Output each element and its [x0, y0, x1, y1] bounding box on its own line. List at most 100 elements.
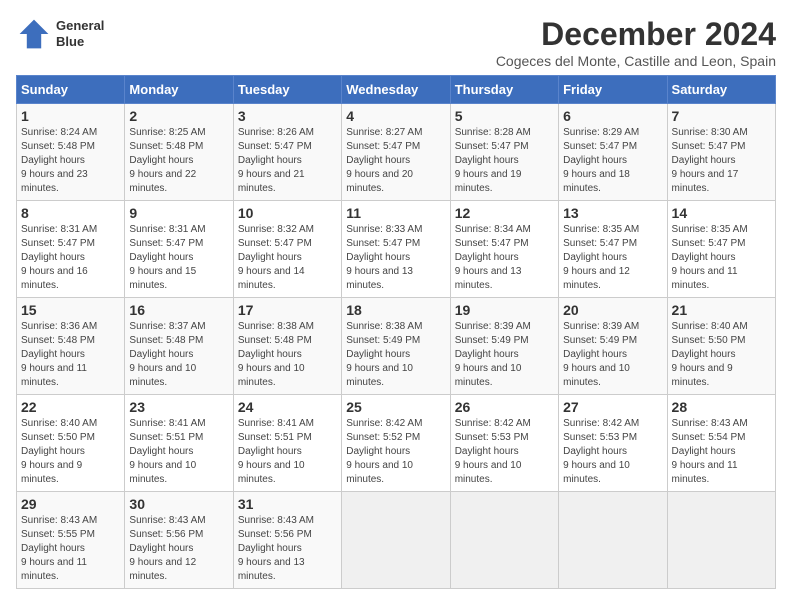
calendar-cell: 18 Sunrise: 8:38 AMSunset: 5:49 PMDaylig…	[342, 298, 450, 395]
day-info: Sunrise: 8:42 AMSunset: 5:53 PMDaylight …	[455, 418, 531, 485]
day-number: 5	[455, 108, 554, 124]
calendar-cell	[559, 492, 667, 589]
day-number: 25	[346, 399, 445, 415]
day-number: 31	[238, 496, 337, 512]
day-number: 29	[21, 496, 120, 512]
calendar-cell: 8 Sunrise: 8:31 AMSunset: 5:47 PMDayligh…	[17, 201, 125, 298]
day-number: 17	[238, 302, 337, 318]
day-number: 4	[346, 108, 445, 124]
calendar-week-row: 8 Sunrise: 8:31 AMSunset: 5:47 PMDayligh…	[17, 201, 776, 298]
calendar-cell: 6 Sunrise: 8:29 AMSunset: 5:47 PMDayligh…	[559, 104, 667, 201]
day-number: 12	[455, 205, 554, 221]
day-number: 19	[455, 302, 554, 318]
calendar-cell: 27 Sunrise: 8:42 AMSunset: 5:53 PMDaylig…	[559, 395, 667, 492]
day-info: Sunrise: 8:43 AMSunset: 5:55 PMDaylight …	[21, 515, 97, 582]
day-info: Sunrise: 8:36 AMSunset: 5:48 PMDaylight …	[21, 321, 97, 388]
day-number: 24	[238, 399, 337, 415]
day-number: 28	[672, 399, 771, 415]
header-friday: Friday	[559, 76, 667, 104]
day-number: 3	[238, 108, 337, 124]
day-info: Sunrise: 8:25 AMSunset: 5:48 PMDaylight …	[129, 127, 205, 194]
day-number: 1	[21, 108, 120, 124]
calendar-cell: 3 Sunrise: 8:26 AMSunset: 5:47 PMDayligh…	[233, 104, 341, 201]
day-info: Sunrise: 8:38 AMSunset: 5:49 PMDaylight …	[346, 321, 422, 388]
logo-text: General Blue	[56, 18, 104, 49]
day-number: 18	[346, 302, 445, 318]
day-number: 10	[238, 205, 337, 221]
day-info: Sunrise: 8:43 AMSunset: 5:54 PMDaylight …	[672, 418, 748, 485]
location-subtitle: Cogeces del Monte, Castille and Leon, Sp…	[496, 53, 776, 69]
calendar-table: SundayMondayTuesdayWednesdayThursdayFrid…	[16, 75, 776, 589]
calendar-cell: 20 Sunrise: 8:39 AMSunset: 5:49 PMDaylig…	[559, 298, 667, 395]
calendar-cell: 14 Sunrise: 8:35 AMSunset: 5:47 PMDaylig…	[667, 201, 775, 298]
day-number: 27	[563, 399, 662, 415]
calendar-cell	[667, 492, 775, 589]
calendar-cell: 1 Sunrise: 8:24 AMSunset: 5:48 PMDayligh…	[17, 104, 125, 201]
calendar-cell	[342, 492, 450, 589]
day-number: 2	[129, 108, 228, 124]
calendar-cell	[450, 492, 558, 589]
day-info: Sunrise: 8:39 AMSunset: 5:49 PMDaylight …	[455, 321, 531, 388]
day-info: Sunrise: 8:39 AMSunset: 5:49 PMDaylight …	[563, 321, 639, 388]
day-number: 8	[21, 205, 120, 221]
day-info: Sunrise: 8:42 AMSunset: 5:52 PMDaylight …	[346, 418, 422, 485]
day-number: 22	[21, 399, 120, 415]
calendar-cell: 7 Sunrise: 8:30 AMSunset: 5:47 PMDayligh…	[667, 104, 775, 201]
day-info: Sunrise: 8:35 AMSunset: 5:47 PMDaylight …	[563, 224, 639, 291]
day-number: 6	[563, 108, 662, 124]
header-thursday: Thursday	[450, 76, 558, 104]
calendar-cell: 31 Sunrise: 8:43 AMSunset: 5:56 PMDaylig…	[233, 492, 341, 589]
day-number: 23	[129, 399, 228, 415]
day-info: Sunrise: 8:35 AMSunset: 5:47 PMDaylight …	[672, 224, 748, 291]
day-number: 14	[672, 205, 771, 221]
calendar-week-row: 22 Sunrise: 8:40 AMSunset: 5:50 PMDaylig…	[17, 395, 776, 492]
calendar-cell: 22 Sunrise: 8:40 AMSunset: 5:50 PMDaylig…	[17, 395, 125, 492]
day-info: Sunrise: 8:26 AMSunset: 5:47 PMDaylight …	[238, 127, 314, 194]
calendar-cell: 16 Sunrise: 8:37 AMSunset: 5:48 PMDaylig…	[125, 298, 233, 395]
calendar-week-row: 29 Sunrise: 8:43 AMSunset: 5:55 PMDaylig…	[17, 492, 776, 589]
header-wednesday: Wednesday	[342, 76, 450, 104]
day-info: Sunrise: 8:30 AMSunset: 5:47 PMDaylight …	[672, 127, 748, 194]
day-info: Sunrise: 8:42 AMSunset: 5:53 PMDaylight …	[563, 418, 639, 485]
day-number: 20	[563, 302, 662, 318]
calendar-cell: 9 Sunrise: 8:31 AMSunset: 5:47 PMDayligh…	[125, 201, 233, 298]
day-number: 21	[672, 302, 771, 318]
calendar-header-row: SundayMondayTuesdayWednesdayThursdayFrid…	[17, 76, 776, 104]
calendar-cell: 26 Sunrise: 8:42 AMSunset: 5:53 PMDaylig…	[450, 395, 558, 492]
header-monday: Monday	[125, 76, 233, 104]
day-number: 15	[21, 302, 120, 318]
day-info: Sunrise: 8:24 AMSunset: 5:48 PMDaylight …	[21, 127, 97, 194]
calendar-cell: 19 Sunrise: 8:39 AMSunset: 5:49 PMDaylig…	[450, 298, 558, 395]
day-info: Sunrise: 8:40 AMSunset: 5:50 PMDaylight …	[21, 418, 97, 485]
day-number: 7	[672, 108, 771, 124]
day-number: 13	[563, 205, 662, 221]
day-number: 11	[346, 205, 445, 221]
day-info: Sunrise: 8:37 AMSunset: 5:48 PMDaylight …	[129, 321, 205, 388]
calendar-cell: 2 Sunrise: 8:25 AMSunset: 5:48 PMDayligh…	[125, 104, 233, 201]
day-number: 9	[129, 205, 228, 221]
title-section: December 2024 Cogeces del Monte, Castill…	[496, 16, 776, 69]
day-number: 30	[129, 496, 228, 512]
calendar-cell: 29 Sunrise: 8:43 AMSunset: 5:55 PMDaylig…	[17, 492, 125, 589]
day-info: Sunrise: 8:29 AMSunset: 5:47 PMDaylight …	[563, 127, 639, 194]
calendar-cell: 10 Sunrise: 8:32 AMSunset: 5:47 PMDaylig…	[233, 201, 341, 298]
logo: General Blue	[16, 16, 104, 52]
day-info: Sunrise: 8:32 AMSunset: 5:47 PMDaylight …	[238, 224, 314, 291]
calendar-cell: 21 Sunrise: 8:40 AMSunset: 5:50 PMDaylig…	[667, 298, 775, 395]
day-info: Sunrise: 8:43 AMSunset: 5:56 PMDaylight …	[238, 515, 314, 582]
day-info: Sunrise: 8:34 AMSunset: 5:47 PMDaylight …	[455, 224, 531, 291]
day-info: Sunrise: 8:31 AMSunset: 5:47 PMDaylight …	[21, 224, 97, 291]
day-info: Sunrise: 8:43 AMSunset: 5:56 PMDaylight …	[129, 515, 205, 582]
calendar-cell: 24 Sunrise: 8:41 AMSunset: 5:51 PMDaylig…	[233, 395, 341, 492]
header-sunday: Sunday	[17, 76, 125, 104]
calendar-cell: 13 Sunrise: 8:35 AMSunset: 5:47 PMDaylig…	[559, 201, 667, 298]
day-info: Sunrise: 8:38 AMSunset: 5:48 PMDaylight …	[238, 321, 314, 388]
calendar-week-row: 1 Sunrise: 8:24 AMSunset: 5:48 PMDayligh…	[17, 104, 776, 201]
calendar-cell: 17 Sunrise: 8:38 AMSunset: 5:48 PMDaylig…	[233, 298, 341, 395]
calendar-cell: 5 Sunrise: 8:28 AMSunset: 5:47 PMDayligh…	[450, 104, 558, 201]
calendar-cell: 28 Sunrise: 8:43 AMSunset: 5:54 PMDaylig…	[667, 395, 775, 492]
page-header: General Blue December 2024 Cogeces del M…	[16, 16, 776, 69]
day-info: Sunrise: 8:41 AMSunset: 5:51 PMDaylight …	[129, 418, 205, 485]
calendar-week-row: 15 Sunrise: 8:36 AMSunset: 5:48 PMDaylig…	[17, 298, 776, 395]
day-info: Sunrise: 8:27 AMSunset: 5:47 PMDaylight …	[346, 127, 422, 194]
